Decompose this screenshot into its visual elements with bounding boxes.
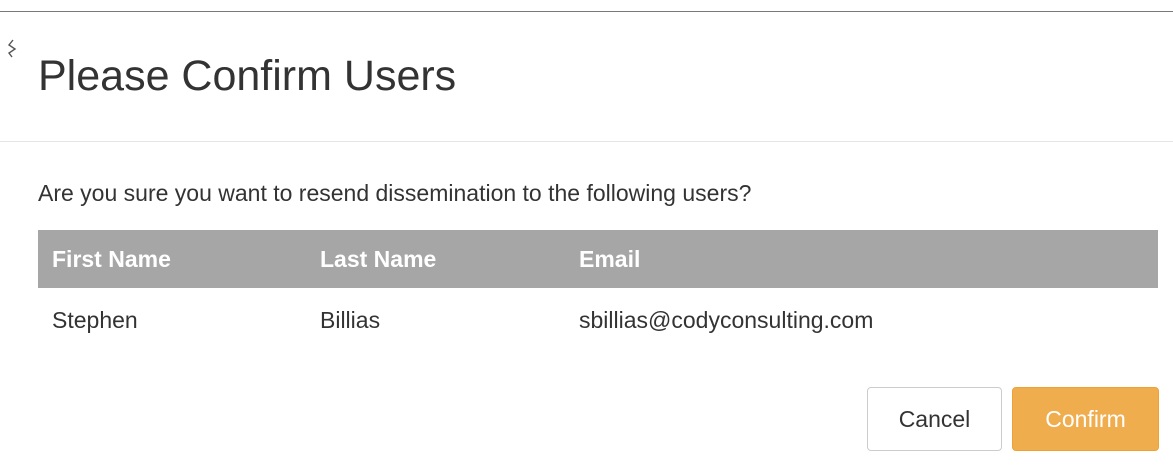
dialog-title: Please Confirm Users (38, 52, 457, 100)
confirm-users-dialog: Please Confirm Users Are you sure you wa… (0, 0, 1173, 475)
confirm-message: Are you sure you want to resend dissemin… (38, 180, 752, 206)
table-header-row: First Name Last Name Email (38, 230, 1158, 288)
cancel-button[interactable]: Cancel (867, 387, 1002, 451)
dialog-header: Please Confirm Users (0, 12, 1173, 142)
table-header: First Name Last Name Email (38, 230, 1158, 288)
table-body: Stephen Billias sbillias@codyconsulting.… (38, 288, 1158, 352)
column-header-first-name: First Name (52, 245, 171, 272)
dialog-top-border (0, 0, 1173, 12)
cell-email: sbillias@codyconsulting.com (579, 306, 874, 333)
confirm-button[interactable]: Confirm (1012, 387, 1159, 451)
cell-last-name: Billias (320, 306, 381, 333)
column-header-email: Email (579, 245, 641, 272)
column-header-last-name: Last Name (320, 245, 437, 272)
users-table: First Name Last Name Email Stephen Billi… (38, 230, 1158, 352)
table-row: Stephen Billias sbillias@codyconsulting.… (38, 288, 1158, 352)
cell-first-name: Stephen (52, 306, 138, 333)
